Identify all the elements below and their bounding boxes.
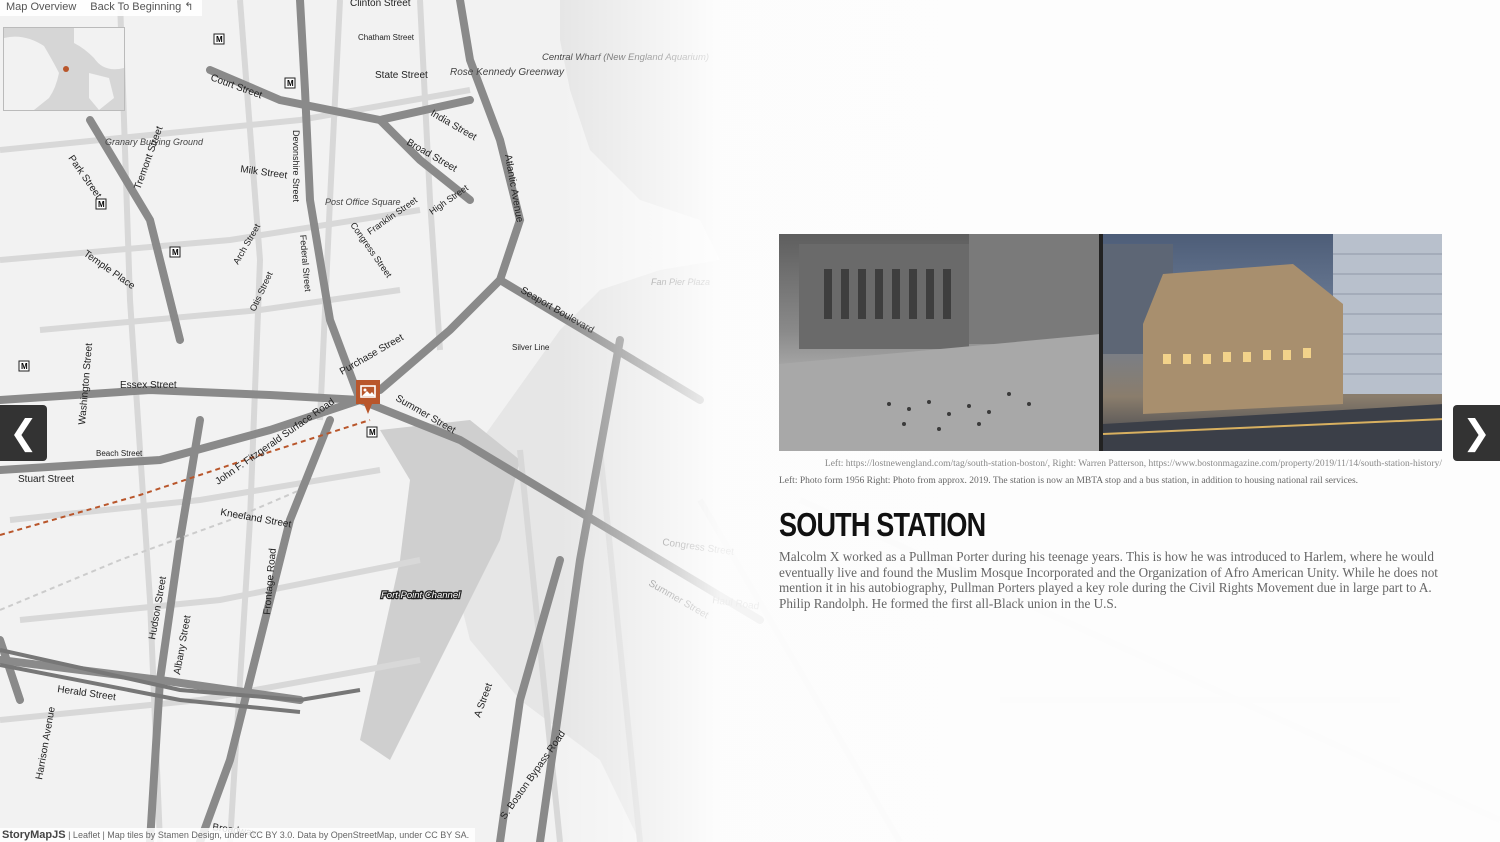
slide-panel: Left: https://lostnewengland.com/tag/sou… (779, 234, 1442, 611)
slide-body: Malcolm X worked as a Pullman Porter dur… (779, 549, 1438, 611)
historic-photo (779, 234, 1100, 451)
svg-text:M: M (216, 35, 223, 44)
slide-title: SOUTH STATION (779, 506, 986, 543)
next-slide-button[interactable]: ❯ (1453, 405, 1500, 461)
top-navigation: Map Overview Back To Beginning ↰ (0, 0, 202, 16)
minimap-location-dot (63, 66, 69, 72)
chevron-right-icon: ❯ (1462, 413, 1491, 453)
map-label: Devonshire Street (291, 130, 301, 203)
previous-slide-button[interactable]: ❮ (0, 405, 47, 461)
svg-text:M: M (172, 248, 179, 257)
map-attribution: StoryMapJS | Leaflet | Map tiles by Stam… (0, 828, 476, 842)
map-label: Fan Pier Plaza (651, 277, 710, 287)
back-to-beginning-label: Back To Beginning (90, 1, 182, 13)
slide-photo (779, 234, 1442, 451)
svg-text:M: M (98, 200, 105, 209)
photo-credit: Left: https://lostnewengland.com/tag/sou… (824, 459, 1442, 469)
svg-text:M: M (21, 362, 28, 371)
map-label: Chatham Street (358, 33, 415, 42)
storymapjs-brand[interactable]: StoryMapJS (2, 829, 66, 841)
photo-caption: Left: Photo form 1956 Right: Photo from … (779, 476, 1359, 486)
map-label: Essex Street (120, 380, 177, 391)
map-overview-link[interactable]: Map Overview (6, 0, 76, 16)
return-arrow-icon: ↰ (184, 1, 194, 13)
back-to-beginning-link[interactable]: Back To Beginning ↰ (90, 0, 193, 16)
svg-text:M: M (287, 79, 294, 88)
map-label: Stuart Street (18, 474, 74, 485)
map-label: Central Wharf (New England Aquarium) (542, 52, 709, 63)
map-label: Rose Kennedy Greenway (450, 67, 565, 78)
chevron-left-icon: ❮ (9, 413, 38, 453)
svg-text:M: M (369, 428, 376, 437)
modern-photo (1103, 234, 1442, 451)
map-label: Silver Line (512, 343, 550, 352)
image-marker-icon[interactable] (354, 378, 382, 416)
map-label: Clinton Street (350, 0, 411, 9)
map-label: Post Office Square (325, 197, 401, 207)
overview-minimap[interactable] (3, 27, 125, 111)
map-label: State Street (375, 70, 428, 81)
attribution-text: | Leaflet | Map tiles by Stamen Design, … (68, 830, 470, 840)
map-label: Fort Point Channel (381, 590, 461, 601)
map-label: Beach Street (96, 449, 143, 458)
